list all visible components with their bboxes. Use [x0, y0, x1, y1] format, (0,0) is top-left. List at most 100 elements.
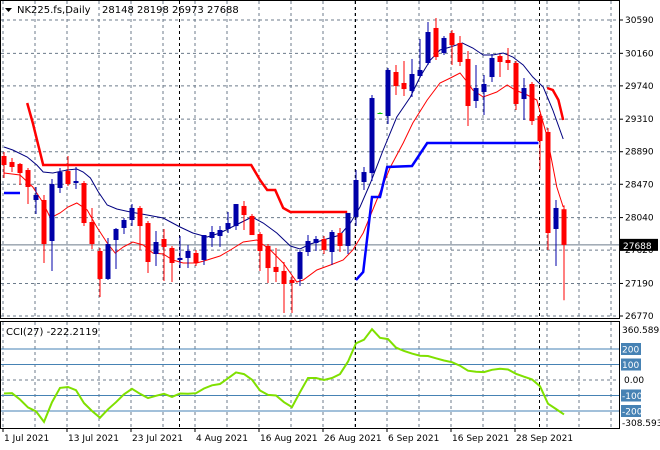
candle-bull: [521, 88, 527, 100]
candle-bull: [209, 232, 215, 238]
candle-bear: [169, 247, 175, 263]
stop-high-line: [546, 86, 565, 121]
candle-bull: [329, 232, 335, 252]
candle-bear: [545, 131, 551, 234]
price-label: 26770: [625, 312, 654, 322]
cci-level-label: -200: [622, 408, 643, 418]
candle-bull: [233, 204, 239, 227]
candle-bull: [113, 228, 119, 240]
candle-bear: [97, 250, 103, 279]
price-label: 30160: [625, 49, 654, 59]
candle-bull: [57, 172, 63, 188]
cci-line: [3, 327, 565, 424]
candle-bull: [369, 98, 375, 174]
candle-bear: [81, 183, 87, 224]
candle-bull: [553, 207, 559, 229]
date-label: 1 Jul 2021: [4, 434, 49, 444]
candle-bear: [321, 238, 327, 250]
price-label: 29310: [625, 115, 654, 125]
candle-bear: [449, 33, 455, 46]
candle-bear: [281, 270, 287, 284]
date-label: 16 Sep 2021: [452, 434, 509, 444]
cci-level-label: 100: [622, 361, 639, 371]
candle-bear: [265, 245, 271, 269]
price-label: 28890: [625, 148, 654, 158]
candle-bear: [9, 162, 15, 167]
candle-bull: [361, 172, 367, 183]
candle-bear: [289, 279, 295, 283]
candle-bear: [17, 163, 23, 174]
cci-level-label: 200: [622, 346, 639, 356]
candle-bear: [465, 58, 471, 107]
candle-bear: [433, 27, 439, 58]
ohlc-label: 28148 28198 26973 27688: [102, 5, 239, 16]
candle-bull: [105, 244, 111, 279]
cci-min-label: -308.593: [622, 419, 660, 429]
price-label: 28040: [625, 214, 654, 224]
candle-bull: [73, 181, 79, 184]
candle-bear: [137, 207, 143, 227]
candle-bull: [385, 69, 391, 117]
cci-zero-label: 0.00: [624, 376, 644, 386]
candle-bear: [401, 82, 407, 90]
candle-bear: [393, 71, 399, 87]
candle-bear: [89, 222, 95, 245]
candle-bull: [129, 207, 135, 220]
price-label: 27190: [625, 279, 654, 289]
candle-bear: [145, 223, 151, 262]
indicator-overlays: [3, 42, 565, 283]
candle-bull: [217, 229, 223, 237]
price-label: 30590: [625, 16, 654, 26]
date-label: 23 Jul 2021: [132, 434, 183, 444]
candle-bull: [345, 212, 351, 246]
cci-title: CCI(27) -222.2119: [6, 327, 98, 338]
candle-bull: [441, 37, 447, 54]
cci-max-label: 360.5895: [622, 326, 660, 336]
date-label: 16 Aug 2021: [260, 434, 318, 444]
candle-bull: [297, 251, 303, 279]
candle-bull: [313, 238, 319, 244]
candle-bull: [49, 184, 55, 241]
candle-bull: [377, 112, 383, 114]
candle-bull: [425, 32, 431, 64]
candle-bull: [489, 57, 495, 78]
candle-bear: [41, 200, 47, 245]
ma-slow-line: [3, 72, 564, 283]
price-label: 28470: [625, 180, 654, 190]
candle-bull: [201, 235, 207, 260]
candle-bear: [161, 238, 167, 247]
candle-bear: [537, 116, 543, 142]
candle-bear: [505, 59, 511, 64]
candle-bear: [193, 253, 199, 263]
candle-bull: [473, 88, 479, 101]
date-label: 4 Aug 2021: [196, 434, 248, 444]
candle-bear: [273, 266, 279, 272]
candle-bear: [529, 84, 535, 122]
trading-chart[interactable]: 3059030160297402931028890284702804027620…: [0, 0, 660, 450]
symbol-label: NK225.fs,Daily: [17, 5, 91, 16]
candle-bear: [337, 233, 343, 246]
candle-bull: [177, 257, 183, 260]
candle-bear: [513, 63, 519, 104]
candle-bull: [121, 219, 127, 228]
date-label: 6 Sep 2021: [388, 434, 439, 444]
cci-panel: [1, 327, 619, 424]
candle-bull: [305, 240, 311, 252]
candle-bear: [257, 234, 263, 251]
candle-bear: [561, 209, 567, 245]
candle-bear: [25, 170, 31, 187]
current-price-text: 27688: [623, 242, 652, 252]
candle-bull: [33, 194, 39, 201]
candle-bear: [497, 56, 503, 62]
main-panel-border: [0, 0, 620, 319]
candle-bull: [353, 180, 359, 217]
date-label: 13 Jul 2021: [68, 434, 119, 444]
candle-bull: [225, 223, 231, 229]
candle-bull: [409, 74, 415, 91]
candle-bear: [249, 215, 255, 236]
candle-bear: [457, 43, 463, 62]
candle-bull: [481, 84, 487, 92]
ma-fast-line: [3, 42, 564, 250]
price-label: 29740: [625, 82, 654, 92]
collapse-triangle-icon[interactable]: [5, 8, 12, 12]
